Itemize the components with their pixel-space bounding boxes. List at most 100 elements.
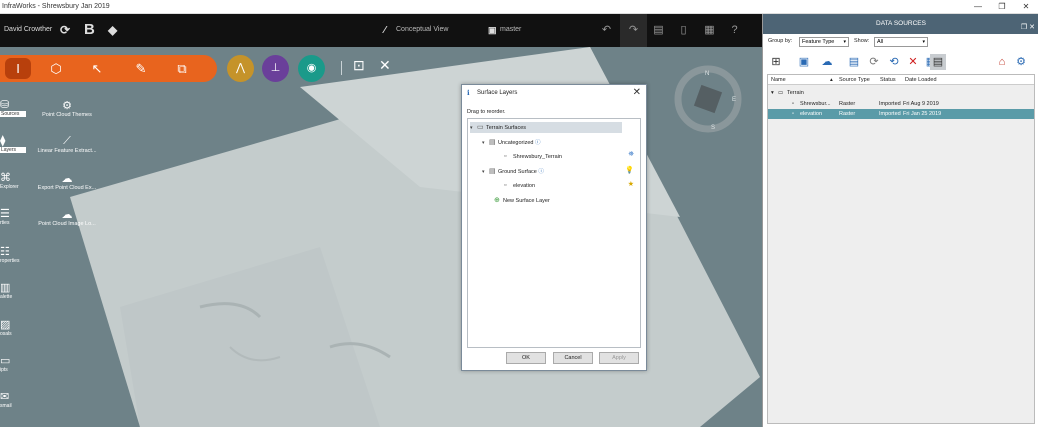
minimize-button[interactable]: —: [966, 0, 990, 14]
redo-icon[interactable]: ↷: [620, 14, 647, 47]
left-item-scripts[interactable]: ▭ ipts: [0, 355, 26, 373]
left-item-palette[interactable]: ▥ alette: [0, 282, 26, 300]
left-item-email[interactable]: ✉ smail: [0, 391, 26, 409]
database-icon: ⛁: [0, 99, 10, 111]
cancel-button[interactable]: Cancel: [553, 352, 593, 364]
collapse-arrow-icon[interactable]: ▾: [470, 123, 477, 134]
view-cube-compass[interactable]: N E S: [674, 65, 742, 133]
window-title: InfraWorks - Shrewsbury Jan 2019: [2, 3, 110, 10]
undo-icon[interactable]: ↶: [593, 14, 620, 47]
sort-up-icon[interactable]: ▴: [830, 77, 833, 83]
restore-button[interactable]: ❐: [990, 0, 1014, 14]
branch-icon: ▣: [488, 25, 497, 35]
cloud-source-icon[interactable]: ☁: [819, 54, 835, 70]
column-name[interactable]: Name: [771, 77, 786, 83]
view-mode-icon: ⁄: [384, 25, 386, 36]
surface-layers-icon[interactable]: ▤: [930, 54, 946, 70]
column-date-loaded[interactable]: Date Loaded: [905, 77, 937, 83]
tree-node-terrain-surfaces[interactable]: ▾ ▭ Terrain Surfaces: [470, 122, 622, 133]
linear-feature-tool[interactable]: ⟋ Linear Feature Extract...: [31, 135, 103, 154]
column-source-type[interactable]: Source Type: [839, 77, 870, 83]
roads-icon[interactable]: ⋀: [227, 55, 254, 82]
new-source-icon[interactable]: ▣: [796, 54, 812, 70]
left-item-style-properties[interactable]: ☷ roperties: [0, 246, 26, 264]
point-cloud-image-tool[interactable]: ☁ Point Cloud Image Lo...: [31, 208, 103, 227]
display-settings-icon[interactable]: ⊡: [353, 57, 365, 74]
model-builder-icon[interactable]: ⌂: [994, 54, 1010, 70]
refresh-icon[interactable]: ⟳: [866, 54, 882, 70]
tree-node-elevation[interactable]: ▫ elevation: [504, 180, 535, 191]
bridges-icon[interactable]: ⊥: [262, 55, 289, 82]
grid-header: Name ▴ Source Type Status Date Loaded: [768, 75, 1034, 85]
select-icon[interactable]: ↖: [82, 55, 112, 82]
refresh-all-icon[interactable]: ⟲: [886, 54, 902, 70]
add-data-source-icon[interactable]: ⊞: [768, 54, 784, 70]
main-toolbar: I ⬡ ↖ ✎ ⧉: [0, 55, 217, 82]
left-item-proposals[interactable]: ▨ osals: [0, 319, 26, 337]
export-point-cloud-tool[interactable]: ☁ Export Point Cloud Ex...: [31, 172, 103, 191]
column-status[interactable]: Status: [880, 77, 896, 83]
left-item-sources[interactable]: ⛁ Sources: [0, 99, 26, 117]
info-icon: ⓘ: [535, 140, 541, 146]
settings-panel-icon[interactable]: ▤: [645, 14, 672, 47]
remove-icon[interactable]: ✕: [905, 54, 921, 70]
collapse-arrow-icon[interactable]: ▾: [771, 88, 774, 98]
configure-icon[interactable]: ▤: [846, 54, 862, 70]
surface-layers-dialog: ℹ Surface Layers ✕ Drag to reorder. ▾ ▭ Te…: [461, 84, 647, 371]
surface-layer-icon: ▫: [504, 153, 507, 160]
layer-star-icon[interactable]: ★: [628, 180, 634, 188]
group-row-terrain[interactable]: ▾ ▭ Terrain: [768, 88, 1034, 98]
bim-360-icon[interactable]: B: [84, 21, 95, 38]
apply-button[interactable]: Apply: [599, 352, 639, 364]
close-window-button[interactable]: ✕: [1014, 0, 1038, 14]
light-bulb-icon[interactable]: 💡: [625, 166, 634, 174]
group-by-select[interactable]: Feature Type ▾: [799, 37, 849, 47]
branch-label[interactable]: master: [500, 26, 521, 33]
tree-node-ground-surface[interactable]: ▾ ▤ Ground Surface ⓘ: [482, 166, 544, 177]
present-icon[interactable]: ⧉: [167, 55, 197, 82]
grid-icon[interactable]: ▦: [696, 14, 723, 47]
table-row[interactable]: ▫ elevation Raster Imported Fri Jan 25 2…: [768, 109, 1034, 119]
dialog-titlebar[interactable]: ℹ Surface Layers ✕: [462, 85, 646, 101]
ok-button[interactable]: OK: [506, 352, 546, 364]
drainage-icon[interactable]: ◉: [298, 55, 325, 82]
user-name[interactable]: David Crowther: [4, 26, 52, 33]
collapse-arrow-icon[interactable]: ▾: [482, 138, 489, 149]
raster-icon: ▫: [792, 101, 794, 107]
tree-node-shrewsbury-terrain[interactable]: ▫ Shrewsbury_Terrain: [504, 151, 562, 162]
info-icon: ⓘ: [538, 169, 544, 175]
model-viewport[interactable]: I ⬡ ↖ ✎ ⧉ ⋀ ⊥ ◉ ⊡ ✕ ⛁ Sources ⧫ Layers ⌘…: [0, 47, 762, 427]
panel-float-icon[interactable]: ❐: [1021, 24, 1027, 31]
sketch-icon[interactable]: ✎: [126, 55, 156, 82]
image-locate-icon: ☁: [61, 209, 73, 221]
view-mode-label[interactable]: Conceptual View: [396, 26, 448, 33]
tree-node-uncategorized[interactable]: ▾ ▤ Uncategorized ⓘ: [482, 137, 541, 148]
point-cloud-themes-icon: ⚙: [62, 100, 72, 112]
tools-icon[interactable]: ✕: [379, 57, 391, 74]
collapse-arrow-icon[interactable]: ▾: [482, 167, 489, 178]
cloud-model-icon[interactable]: ◆: [108, 23, 117, 37]
create-icon[interactable]: I: [5, 58, 31, 79]
show-select[interactable]: All ▾: [874, 37, 928, 47]
table-row[interactable]: ▫ Shrewsbur... Raster Imported Fri Aug 9…: [768, 99, 1034, 109]
help-icon[interactable]: ?: [721, 14, 748, 47]
dialog-close-icon[interactable]: ✕: [633, 87, 641, 98]
panel-close-icon[interactable]: ✕: [1029, 24, 1035, 31]
panel-header: DATA SOURCES ❐ ✕: [763, 14, 1038, 34]
layers-icon: ⧫: [0, 135, 6, 147]
show-label: Show:: [854, 38, 870, 44]
group-icon: ▤: [489, 168, 496, 175]
left-item-layers[interactable]: ⧫ Layers: [0, 135, 26, 153]
left-item-properties[interactable]: ☰ rties: [0, 208, 26, 226]
proposals-icon: ▨: [0, 319, 11, 331]
window-titlebar: InfraWorks - Shrewsbury Jan 2019 — ❐ ✕: [0, 0, 1038, 14]
layer-visibility-icon[interactable]: ⛯: [628, 151, 634, 159]
point-cloud-themes-tool[interactable]: ⚙ Point Cloud Themes: [31, 99, 103, 118]
sync-icon[interactable]: ⟳: [60, 23, 70, 37]
left-item-explorer[interactable]: ⌘ Explorer: [0, 172, 26, 190]
new-surface-layer[interactable]: ⊕ New Surface Layer: [494, 195, 550, 206]
cloud-connect-icon[interactable]: ⚙: [1013, 54, 1029, 70]
book-icon[interactable]: ▯: [670, 14, 697, 47]
manage-icon[interactable]: ⬡: [41, 55, 71, 82]
infraworks-window: InfraWorks - Shrewsbury Jan 2019 — ❐ ✕ D…: [0, 0, 1038, 427]
